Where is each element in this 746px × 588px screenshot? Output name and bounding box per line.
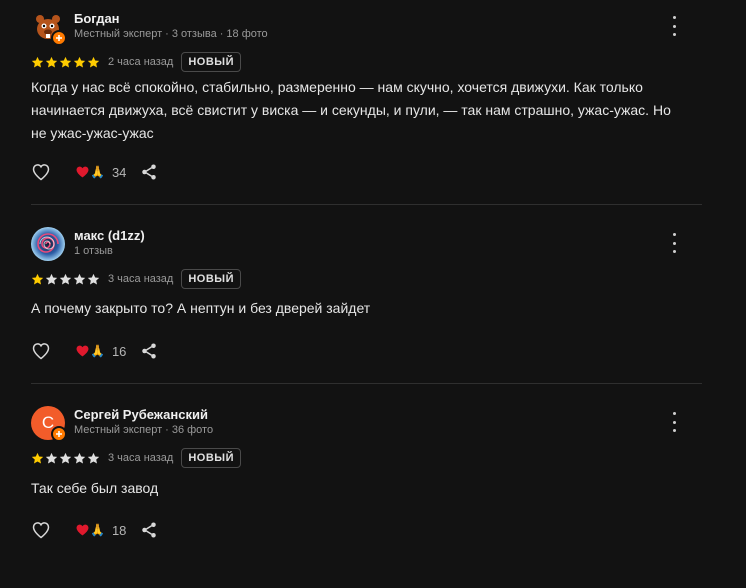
star-rating: [31, 452, 100, 465]
new-badge: НОВЫЙ: [181, 448, 241, 468]
reviews-feed: Богдан Местный эксперт · 3 отзыва · 18 фото …: [0, 0, 746, 588]
author-photo-count: 18 фото: [226, 28, 268, 40]
review-card: макс (d1zz) 1 отзыв 3 часа назад НОВЫЙ А…: [31, 227, 702, 383]
review-time: 2 часа назад: [108, 56, 174, 68]
author-review-count: 3 отзыва: [171, 28, 217, 40]
reactions-count: 34: [111, 164, 127, 180]
share-icon[interactable]: [140, 342, 158, 360]
review-actions: 🙏 18: [31, 518, 158, 542]
rating-row: 2 часа назад НОВЫЙ: [31, 51, 241, 73]
author-name[interactable]: Сергей Рубежанский: [74, 407, 208, 422]
author-meta: Местный эксперт · 36 фото: [74, 424, 214, 436]
star-filled-icon: [59, 56, 72, 68]
star-filled-icon: [73, 56, 86, 68]
author-name[interactable]: Богдан: [74, 11, 120, 26]
new-badge: НОВЫЙ: [181, 269, 241, 289]
pray-reaction-icon: 🙏: [90, 165, 105, 179]
share-icon[interactable]: [140, 163, 158, 181]
reactions[interactable]: 🙏 18: [76, 523, 126, 538]
star-empty-icon: [45, 273, 58, 285]
rating-row: 3 часа назад НОВЫЙ: [31, 268, 241, 290]
expert-badge-icon: [51, 426, 67, 442]
review-text: А почему закрыто то? А нептун и без двер…: [31, 300, 371, 316]
reactions[interactable]: 🙏 16: [76, 344, 126, 359]
avatar[interactable]: [31, 227, 65, 261]
star-rating: [31, 56, 100, 69]
review-actions: 🙏 16: [31, 339, 158, 363]
red-heart-reaction-icon: [76, 166, 89, 178]
red-heart-reaction-icon: [76, 345, 89, 357]
pray-reaction-icon: 🙏: [90, 523, 105, 537]
review-card: Богдан Местный эксперт · 3 отзыва · 18 фото …: [31, 10, 702, 204]
reactions[interactable]: 🙏 34: [76, 165, 126, 180]
star-rating: [31, 273, 100, 286]
star-empty-icon: [73, 273, 86, 285]
star-empty-icon: [73, 452, 86, 464]
star-empty-icon: [59, 273, 72, 285]
review-card: С Сергей Рубежанский Местный эксперт · 36 …: [31, 406, 702, 588]
review-text: Когда у нас всё спокойно, стабильно, раз…: [31, 79, 671, 141]
new-badge: НОВЫЙ: [181, 52, 241, 72]
review-time: 3 часа назад: [108, 273, 174, 285]
more-options-icon[interactable]: [669, 412, 679, 432]
author-meta: Местный эксперт · 3 отзыва · 18 фото: [74, 28, 268, 40]
star-filled-icon: [87, 56, 100, 68]
star-filled-icon: [31, 273, 44, 285]
review-actions: 🙏 34: [31, 160, 158, 184]
star-filled-icon: [31, 452, 44, 464]
avatar[interactable]: [31, 10, 67, 46]
avatar[interactable]: С: [31, 406, 67, 442]
divider: [31, 204, 702, 205]
star-filled-icon: [31, 56, 44, 68]
review-text: Так себе был завод: [31, 480, 159, 496]
share-icon[interactable]: [140, 521, 158, 539]
like-heart-icon[interactable]: [31, 162, 51, 182]
star-empty-icon: [45, 452, 58, 464]
star-empty-icon: [59, 452, 72, 464]
author-review-count: 1 отзыв: [74, 245, 113, 257]
author-photo-count: 36 фото: [171, 424, 214, 436]
star-filled-icon: [45, 56, 58, 68]
star-empty-icon: [87, 273, 100, 285]
like-heart-icon[interactable]: [31, 520, 51, 540]
expert-badge-icon: [51, 30, 67, 46]
author-role: Местный эксперт: [74, 424, 163, 436]
star-empty-icon: [87, 452, 100, 464]
pray-reaction-icon: 🙏: [90, 344, 105, 358]
author-role: Местный эксперт: [74, 28, 163, 40]
more-options-icon[interactable]: [669, 16, 679, 36]
spiral-avatar-icon: [31, 227, 65, 261]
like-heart-icon[interactable]: [31, 341, 51, 361]
divider: [31, 383, 702, 384]
author-meta: 1 отзыв: [74, 245, 113, 257]
author-name[interactable]: макс (d1zz): [74, 228, 145, 243]
reactions-count: 18: [111, 522, 127, 538]
more-options-icon[interactable]: [669, 233, 679, 253]
review-time: 3 часа назад: [108, 452, 174, 464]
reactions-count: 16: [111, 343, 127, 359]
rating-row: 3 часа назад НОВЫЙ: [31, 447, 241, 469]
red-heart-reaction-icon: [76, 524, 89, 536]
